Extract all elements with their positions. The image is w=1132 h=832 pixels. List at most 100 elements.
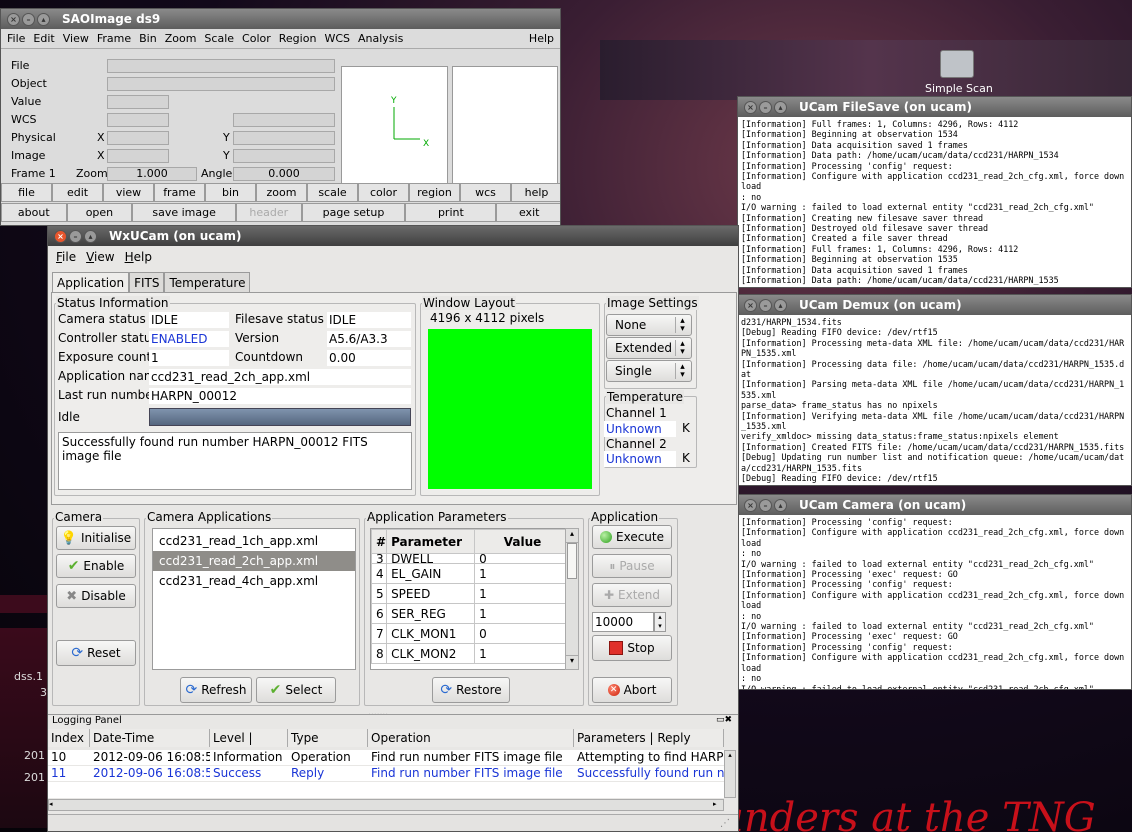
reset-button[interactable]: ⟳ Reset xyxy=(56,640,136,666)
tab-fits[interactable]: FITS xyxy=(129,272,165,293)
close-icon[interactable]: × xyxy=(744,298,757,312)
select-button[interactable]: ✔ Select xyxy=(256,677,336,703)
ds9-btn-view[interactable]: view xyxy=(103,183,154,202)
ds9-btn-zoom[interactable]: zoom xyxy=(256,183,307,202)
ds9-menu-color[interactable]: Color xyxy=(242,32,271,45)
camera-app-item-1[interactable]: ccd231_read_1ch_app.xml xyxy=(153,531,355,551)
ds9-btn-scale[interactable]: scale xyxy=(307,183,358,202)
demux-titlebar[interactable]: × – ▴ UCam Demux (on ucam) xyxy=(738,295,1131,315)
ds9-btn-open[interactable]: open xyxy=(66,203,133,222)
minimize-icon[interactable]: – xyxy=(759,100,772,114)
ds9-btn-help[interactable]: help xyxy=(511,183,560,202)
log-vertical-scrollbar[interactable]: ▴ xyxy=(724,750,736,798)
log-col-operation[interactable]: Operation xyxy=(368,729,574,747)
scroll-left-icon[interactable]: ◂ xyxy=(49,800,59,808)
resize-grip-icon[interactable]: ⋰ xyxy=(720,818,730,829)
log-col-parameters[interactable]: Parameters | Reply xyxy=(574,729,724,747)
ds9-menu-scale[interactable]: Scale xyxy=(204,32,234,45)
execute-button[interactable]: Execute xyxy=(592,525,672,549)
exposures-spinner[interactable]: ▴ ▾ xyxy=(654,612,666,632)
ds9-btn-frame[interactable]: frame xyxy=(154,183,205,202)
ds9-btn-bin[interactable]: bin xyxy=(205,183,256,202)
panel-float-close-icon[interactable]: ▭✖ xyxy=(716,715,732,725)
camera-log-titlebar[interactable]: × – ▴ UCam Camera (on ucam) xyxy=(738,495,1131,515)
table-row[interactable]: 8 CLK_MON2 1 xyxy=(371,643,565,664)
menu-file[interactable]: File xyxy=(56,250,76,264)
ds9-btn-header[interactable]: header xyxy=(235,203,302,222)
close-icon[interactable]: × xyxy=(744,100,757,114)
maximize-icon[interactable]: ▴ xyxy=(774,498,787,512)
ds9-menu-frame[interactable]: Frame xyxy=(97,32,131,45)
ds9-menu-region[interactable]: Region xyxy=(279,32,317,45)
log-col-index[interactable]: Index xyxy=(48,729,90,747)
minimize-icon[interactable]: – xyxy=(759,498,772,512)
minimize-icon[interactable]: – xyxy=(69,229,82,243)
ds9-btn-region[interactable]: region xyxy=(409,183,460,202)
ds9-btn-edit[interactable]: edit xyxy=(52,183,103,202)
filesave-titlebar[interactable]: × – ▴ UCam FileSave (on ucam) xyxy=(738,97,1131,117)
ds9-btn-file[interactable]: file xyxy=(1,183,52,202)
maximize-icon[interactable]: ▴ xyxy=(37,12,50,26)
ds9-btn-print[interactable]: print xyxy=(405,203,497,222)
ds9-menu-analysis[interactable]: Analysis xyxy=(358,32,403,45)
image-setting-select-1[interactable]: None ▴ ▾ xyxy=(606,314,692,336)
minimize-icon[interactable]: – xyxy=(759,298,772,312)
abort-button[interactable]: ✕ Abort xyxy=(592,677,672,703)
ds9-menu-file[interactable]: File xyxy=(7,32,25,45)
table-row[interactable]: 3 DWELL 0 xyxy=(371,553,565,564)
log-col-type[interactable]: Type xyxy=(288,729,368,747)
ds9-btn-exit[interactable]: exit xyxy=(496,203,560,222)
ds9-btn-wcs[interactable]: wcs xyxy=(460,183,511,202)
ds9-menu-view[interactable]: View xyxy=(63,32,89,45)
ds9-btn-color[interactable]: color xyxy=(358,183,409,202)
scanner-icon[interactable] xyxy=(940,50,974,78)
ds9-menu-wcs[interactable]: WCS xyxy=(324,32,350,45)
ds9-menu-bin[interactable]: Bin xyxy=(139,32,157,45)
scroll-up-icon[interactable]: ▴ xyxy=(566,529,578,543)
log-horizontal-scrollbar[interactable]: ◂ ▸ xyxy=(48,799,724,811)
extend-button[interactable]: ✚ Extend xyxy=(592,583,672,607)
close-icon[interactable]: × xyxy=(7,12,20,26)
stop-button[interactable]: Stop xyxy=(592,635,672,661)
ds9-menu-edit[interactable]: Edit xyxy=(33,32,54,45)
camera-app-item-3[interactable]: ccd231_read_4ch_app.xml xyxy=(153,571,355,591)
parameters-scrollbar[interactable]: ▴ ▾ xyxy=(565,528,579,670)
log-row[interactable]: 10 2012-09-06 16:08:51 Information Opera… xyxy=(48,750,724,765)
demux-log[interactable]: d231/HARPN_1534.fits [Debug] Reading FIF… xyxy=(738,315,1131,485)
ds9-menu-help[interactable]: Help xyxy=(529,32,554,45)
scroll-up-icon[interactable]: ▴ xyxy=(725,751,735,759)
menu-help[interactable]: Help xyxy=(125,250,152,264)
exposures-input[interactable]: 10000 xyxy=(592,612,654,632)
col-num-header[interactable]: # xyxy=(371,529,388,554)
image-setting-select-3[interactable]: Single ▴ ▾ xyxy=(606,360,692,382)
col-value-header[interactable]: Value xyxy=(474,529,565,554)
restore-button[interactable]: ⟳ Restore xyxy=(432,677,510,703)
menu-view[interactable]: View xyxy=(86,250,114,264)
ds9-btn-page-setup[interactable]: page setup xyxy=(301,203,406,222)
close-icon[interactable]: × xyxy=(54,229,67,243)
wxucam-titlebar[interactable]: × – ▴ WxUCam (on ucam) xyxy=(48,226,738,246)
spin-up-icon[interactable]: ▴ xyxy=(658,613,662,621)
camera-log[interactable]: [Information] Processing 'config' reques… xyxy=(738,515,1131,689)
table-row[interactable]: 4 EL_GAIN 1 xyxy=(371,563,565,584)
tab-application[interactable]: Application xyxy=(52,272,130,293)
maximize-icon[interactable]: ▴ xyxy=(774,100,787,114)
spin-down-icon[interactable]: ▾ xyxy=(658,622,662,630)
ds9-btn-save-image[interactable]: save image xyxy=(132,203,236,222)
scroll-down-icon[interactable]: ▾ xyxy=(566,655,578,669)
tab-temperature[interactable]: Temperature xyxy=(164,272,251,293)
log-col-level[interactable]: Level | Status xyxy=(210,729,288,763)
ds9-btn-about[interactable]: about xyxy=(1,203,67,222)
enable-button[interactable]: ✔ Enable xyxy=(56,554,136,578)
pause-button[interactable]: ⏸ Pause xyxy=(592,554,672,578)
log-col-datetime[interactable]: Date-Time xyxy=(90,729,210,747)
table-row[interactable]: 5 SPEED 1 xyxy=(371,583,565,604)
minimize-icon[interactable]: – xyxy=(22,12,35,26)
table-row[interactable]: 7 CLK_MON1 0 xyxy=(371,623,565,644)
refresh-button[interactable]: ⟳ Refresh xyxy=(180,677,252,703)
log-row[interactable]: 11 2012-09-06 16:08:51 Success Reply Fin… xyxy=(48,766,724,781)
disable-button[interactable]: ✖ Disable xyxy=(56,584,136,608)
filesave-log[interactable]: [Information] Full frames: 1, Columns: 4… xyxy=(738,117,1131,287)
ds9-menu-zoom[interactable]: Zoom xyxy=(165,32,197,45)
camera-app-item-2[interactable]: ccd231_read_2ch_app.xml xyxy=(153,551,355,571)
